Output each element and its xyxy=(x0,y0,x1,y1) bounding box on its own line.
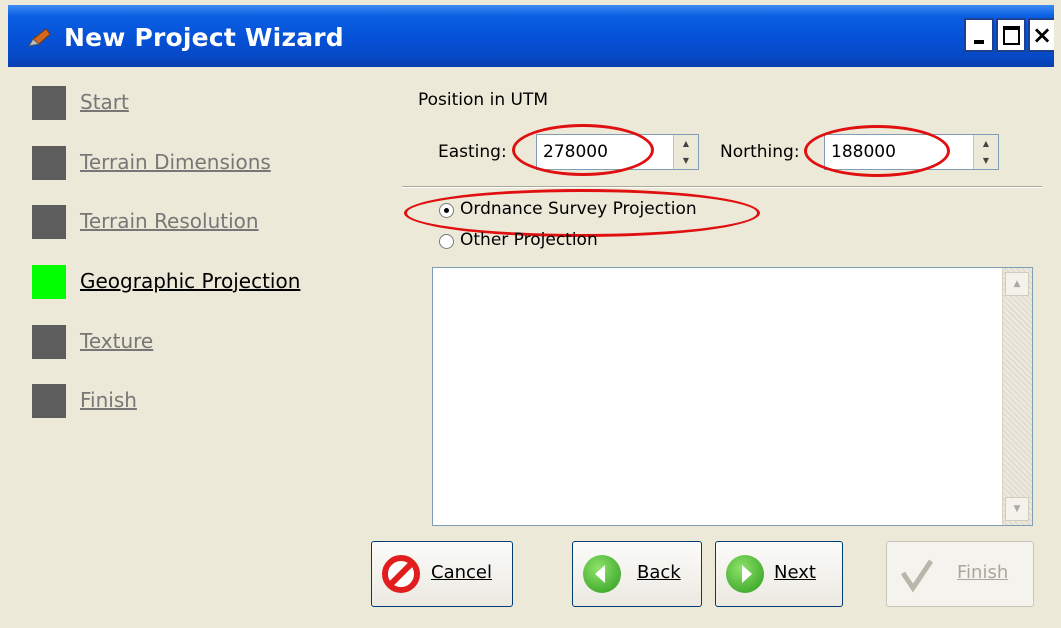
spin-up-icon[interactable]: ▲ xyxy=(674,135,698,152)
step-indicator-active xyxy=(32,265,66,299)
cancel-button[interactable]: Cancel xyxy=(371,541,513,607)
title-bar[interactable]: New Project Wizard × xyxy=(8,5,1054,67)
checkmark-icon xyxy=(897,555,935,593)
cancel-label: Cancel xyxy=(431,562,492,583)
minimize-icon xyxy=(974,40,984,44)
wizard-window: New Project Wizard × Start Terrain Dimen… xyxy=(8,5,1054,622)
step-indicator xyxy=(32,86,66,120)
step-indicator xyxy=(32,325,66,359)
app-icon xyxy=(28,26,52,48)
radio-other-projection[interactable] xyxy=(439,234,454,249)
back-button[interactable]: Back xyxy=(572,541,702,607)
scroll-down-icon[interactable]: ▼ xyxy=(1005,497,1029,521)
northing-spinbox[interactable]: ▲ ▼ xyxy=(824,134,999,170)
finish-button[interactable]: Finish xyxy=(886,541,1034,607)
close-button[interactable]: × xyxy=(1028,18,1054,52)
easting-spin-buttons[interactable]: ▲ ▼ xyxy=(673,135,698,169)
step-label[interactable]: Terrain Dimensions xyxy=(80,150,271,174)
radio-ordnance-survey[interactable] xyxy=(439,203,454,218)
maximize-icon xyxy=(1002,25,1020,45)
finish-label: Finish xyxy=(957,562,1009,583)
position-heading: Position in UTM xyxy=(418,90,548,110)
window-title: New Project Wizard xyxy=(64,23,344,52)
step-indicator xyxy=(32,146,66,180)
back-arrow-icon xyxy=(583,555,621,593)
spin-down-icon[interactable]: ▼ xyxy=(974,152,998,169)
scroll-up-icon[interactable]: ▲ xyxy=(1005,272,1029,296)
easting-input[interactable] xyxy=(539,135,678,169)
easting-label: Easting: xyxy=(438,142,507,162)
step-label[interactable]: Terrain Resolution xyxy=(80,209,259,233)
close-icon: × xyxy=(1031,21,1053,49)
radio-label-ordnance-survey[interactable]: Ordnance Survey Projection xyxy=(460,199,697,219)
step-label[interactable]: Start xyxy=(80,90,129,114)
next-arrow-icon xyxy=(726,555,764,593)
spin-up-icon[interactable]: ▲ xyxy=(974,135,998,152)
divider xyxy=(402,186,1042,188)
step-label[interactable]: Geographic Projection xyxy=(80,269,300,293)
vertical-scrollbar[interactable]: ▲ ▼ xyxy=(1002,268,1032,525)
next-label: Next xyxy=(774,562,816,583)
minimize-button[interactable] xyxy=(964,18,994,52)
maximize-button[interactable] xyxy=(996,18,1026,52)
spin-down-icon[interactable]: ▼ xyxy=(674,152,698,169)
northing-spin-buttons[interactable]: ▲ ▼ xyxy=(973,135,998,169)
easting-spinbox[interactable]: ▲ ▼ xyxy=(536,134,699,170)
cancel-icon xyxy=(382,555,420,593)
next-button[interactable]: Next xyxy=(715,541,843,607)
northing-label: Northing: xyxy=(720,142,800,162)
back-label: Back xyxy=(637,562,681,583)
projection-textarea[interactable]: ▲ ▼ xyxy=(432,267,1033,526)
northing-input[interactable] xyxy=(827,135,978,169)
step-label[interactable]: Finish xyxy=(80,388,137,412)
step-indicator xyxy=(32,205,66,239)
step-label[interactable]: Texture xyxy=(80,329,153,353)
radio-label-other-projection[interactable]: Other Projection xyxy=(460,230,598,250)
step-indicator xyxy=(32,384,66,418)
